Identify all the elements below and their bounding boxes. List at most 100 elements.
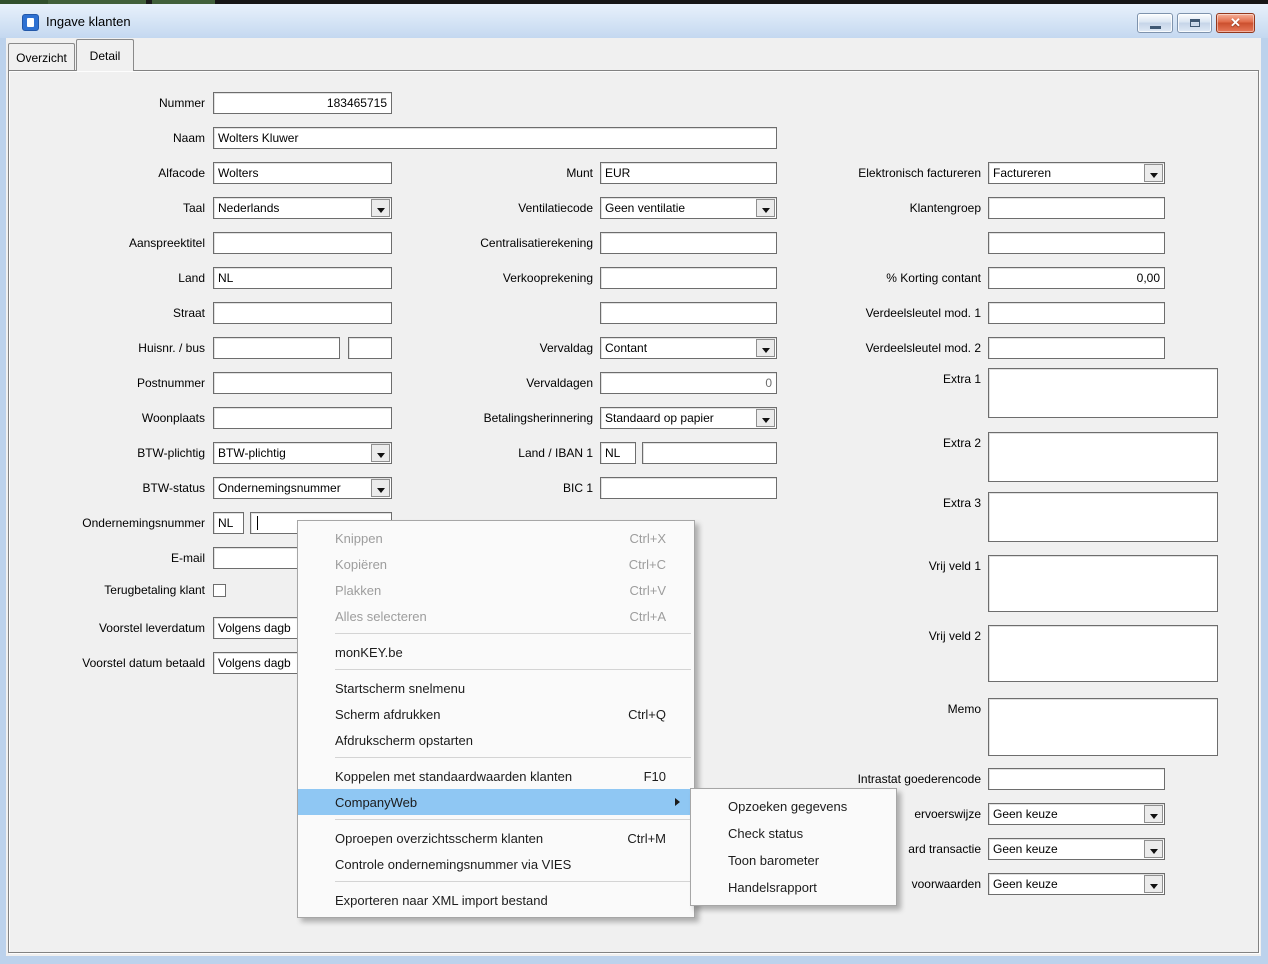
menu-item-plakken[interactable]: PlakkenCtrl+V (298, 577, 694, 603)
terugbetaling-klant-checkbox[interactable] (213, 584, 226, 597)
triangle-down (1150, 884, 1158, 893)
triangle-down (1150, 173, 1158, 182)
voorstel-leverdatum-label: Voorstel leverdatum (0, 620, 205, 636)
memo-textarea[interactable] (988, 698, 1218, 756)
menu-item-shortcut: Ctrl+Q (628, 707, 666, 722)
verdeelsleutel-mod-1-input[interactable] (988, 302, 1165, 324)
elektronisch-factureren-label: Elektronisch factureren (741, 165, 981, 181)
vrij-veld-2-label: Vrij veld 2 (741, 628, 981, 644)
menu-item-label: Exporteren naar XML import bestand (335, 893, 548, 908)
menu-item-shortcut: Ctrl+X (630, 531, 666, 546)
menu-item-startscherm-snelmenu[interactable]: Startscherm snelmenu (298, 675, 694, 701)
land-iban-1-value: NL (605, 443, 631, 463)
verdeelsleutel-mod-1-label: Verdeelsleutel mod. 1 (741, 305, 981, 321)
vrij-veld-2-textarea[interactable] (988, 625, 1218, 682)
elektronisch-factureren-select[interactable]: Factureren (988, 162, 1165, 184)
menu-item-knippen[interactable]: KnippenCtrl+X (298, 525, 694, 551)
land-iban-1-input[interactable]: NL (600, 442, 636, 464)
nummer-input[interactable]: 183465715 (213, 92, 392, 114)
dropdown-arrow-icon[interactable] (1144, 840, 1163, 858)
app-window: Ingave klanten ✕ Overzicht Detail Nummer… (0, 0, 1268, 964)
submenu-item-check-status[interactable]: Check status (691, 820, 896, 847)
alfacode-label: Alfacode (0, 165, 205, 181)
korting-contant-input[interactable]: 0,00 (988, 267, 1165, 289)
korting-contant-label: % Korting contant (741, 270, 981, 286)
submenu-arrow-icon (675, 798, 684, 806)
extra-3-textarea[interactable] (988, 492, 1218, 542)
dropdown-arrow-icon[interactable] (1144, 805, 1163, 823)
vrij-veld-1-textarea[interactable] (988, 555, 1218, 612)
menu-separator (335, 819, 691, 820)
menu-item-exporteren-naar-xml-import-bestand[interactable]: Exporteren naar XML import bestand (298, 887, 694, 913)
menu-item-shortcut: Ctrl+M (627, 831, 666, 846)
menu-item-controle-ondernemingsnummer-via-vies[interactable]: Controle ondernemingsnummer via VIES (298, 851, 694, 877)
submenu-item-label: Opzoeken gegevens (728, 799, 847, 814)
klantengroep-input[interactable] (988, 197, 1165, 219)
voorstel-datum-betaald-label: Voorstel datum betaald (0, 655, 205, 671)
verdeelsleutel-mod-2-input[interactable] (988, 337, 1165, 359)
menu-item-koppelen-met-standaardwaarden-klanten[interactable]: Koppelen met standaardwaarden klantenF10 (298, 763, 694, 789)
betalingsherinnering-value: Standaard op papier (605, 408, 752, 428)
intrastat-goederencode-label: Intrastat goederencode (741, 771, 981, 787)
elektronisch-factureren-value: Factureren (993, 163, 1140, 183)
memo-label: Memo (741, 701, 981, 717)
submenu-item-handelsrapport[interactable]: Handelsrapport (691, 874, 896, 901)
extra-2-textarea[interactable] (988, 432, 1218, 482)
ondernemingsnummer-value: NL (218, 513, 239, 533)
dropdown-arrow-icon[interactable] (1144, 875, 1163, 893)
triangle-down (1150, 814, 1158, 823)
menu-item-label: Alles selecteren (335, 609, 427, 624)
centralisatierekening-label: Centralisatierekening (353, 235, 593, 251)
postnummer-label: Postnummer (0, 375, 205, 391)
verdeelsleutel-mod-2-value (993, 338, 1160, 358)
aard-transactie-value: Geen keuze (993, 839, 1140, 859)
menu-item-kopi-ren[interactable]: KopiërenCtrl+C (298, 551, 694, 577)
korting-contant-value: 0,00 (993, 268, 1160, 288)
woonplaats-label: Woonplaats (0, 410, 205, 426)
extra-2-label: Extra 2 (741, 435, 981, 451)
straat-input[interactable] (213, 302, 392, 324)
centralisatierekening-value (605, 233, 772, 253)
menu-item-companyweb[interactable]: CompanyWeb (298, 789, 694, 815)
menu-item-label: Koppelen met standaardwaarden klanten (335, 769, 572, 784)
aanspreektitel-label: Aanspreektitel (0, 235, 205, 251)
extra-1-label: Extra 1 (741, 371, 981, 387)
intrastat-goederencode-input[interactable] (988, 768, 1165, 790)
aard-transactie-select[interactable]: Geen keuze (988, 838, 1165, 860)
menu-separator (335, 669, 691, 670)
triangle-down (762, 418, 770, 427)
menu-item-alles-selecteren[interactable]: Alles selecterenCtrl+A (298, 603, 694, 629)
klantengroep-2-input[interactable] (988, 232, 1165, 254)
extra-1-textarea[interactable] (988, 368, 1218, 418)
naam-input[interactable]: Wolters Kluwer (213, 127, 777, 149)
btw-plichtig-label: BTW-plichtig (0, 445, 205, 461)
taal-value: Nederlands (218, 198, 367, 218)
huisnr-bus-input[interactable] (213, 337, 340, 359)
extra-3-label: Extra 3 (741, 495, 981, 511)
klantengroep-label: Klantengroep (741, 200, 981, 216)
leveringsvoorwaarden-select[interactable]: Geen keuze (988, 873, 1165, 895)
text-caret (257, 516, 258, 530)
huisnr-bus-label: Huisnr. / bus (0, 340, 205, 356)
verdeelsleutel-mod-1-value (993, 303, 1160, 323)
vervoerswijze-select[interactable]: Geen keuze (988, 803, 1165, 825)
land-label: Land (0, 270, 205, 286)
betalingsherinnering-select[interactable]: Standaard op papier (600, 407, 777, 429)
menu-item-afdrukscherm-opstarten[interactable]: Afdrukscherm opstarten (298, 727, 694, 753)
email-label: E-mail (0, 550, 205, 566)
menu-item-scherm-afdrukken[interactable]: Scherm afdrukkenCtrl+Q (298, 701, 694, 727)
centralisatierekening-input[interactable] (600, 232, 777, 254)
menu-item-shortcut: Ctrl+V (630, 583, 666, 598)
dropdown-arrow-icon[interactable] (1144, 164, 1163, 182)
submenu-item-opzoeken-gegevens[interactable]: Opzoeken gegevens (691, 793, 896, 820)
menu-item-oproepen-overzichtsscherm-klanten[interactable]: Oproepen overzichtsscherm klantenCtrl+M (298, 825, 694, 851)
vervaldag-label: Vervaldag (353, 340, 593, 356)
menu-item-monkey-be[interactable]: monKEY.be (298, 639, 694, 665)
menu-item-label: Startscherm snelmenu (335, 681, 465, 696)
vervoerswijze-value: Geen keuze (993, 804, 1140, 824)
ventilatiecode-value: Geen ventilatie (605, 198, 752, 218)
dropdown-arrow-icon[interactable] (756, 409, 775, 427)
submenu-item-toon-barometer[interactable]: Toon barometer (691, 847, 896, 874)
ondernemingsnummer-input[interactable]: NL (213, 512, 244, 534)
nummer-label: Nummer (0, 95, 205, 111)
